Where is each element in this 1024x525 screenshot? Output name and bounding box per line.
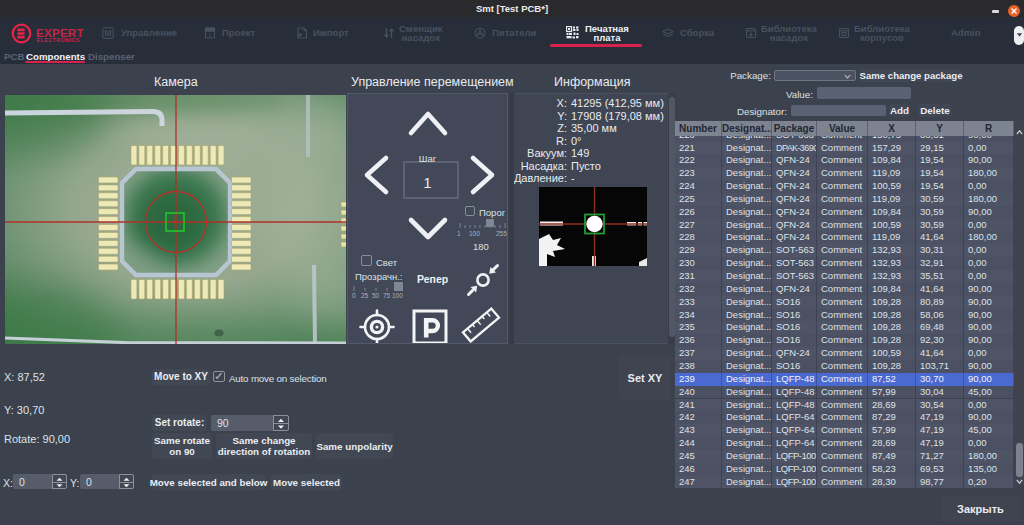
svg-text:1: 1 <box>208 32 212 38</box>
